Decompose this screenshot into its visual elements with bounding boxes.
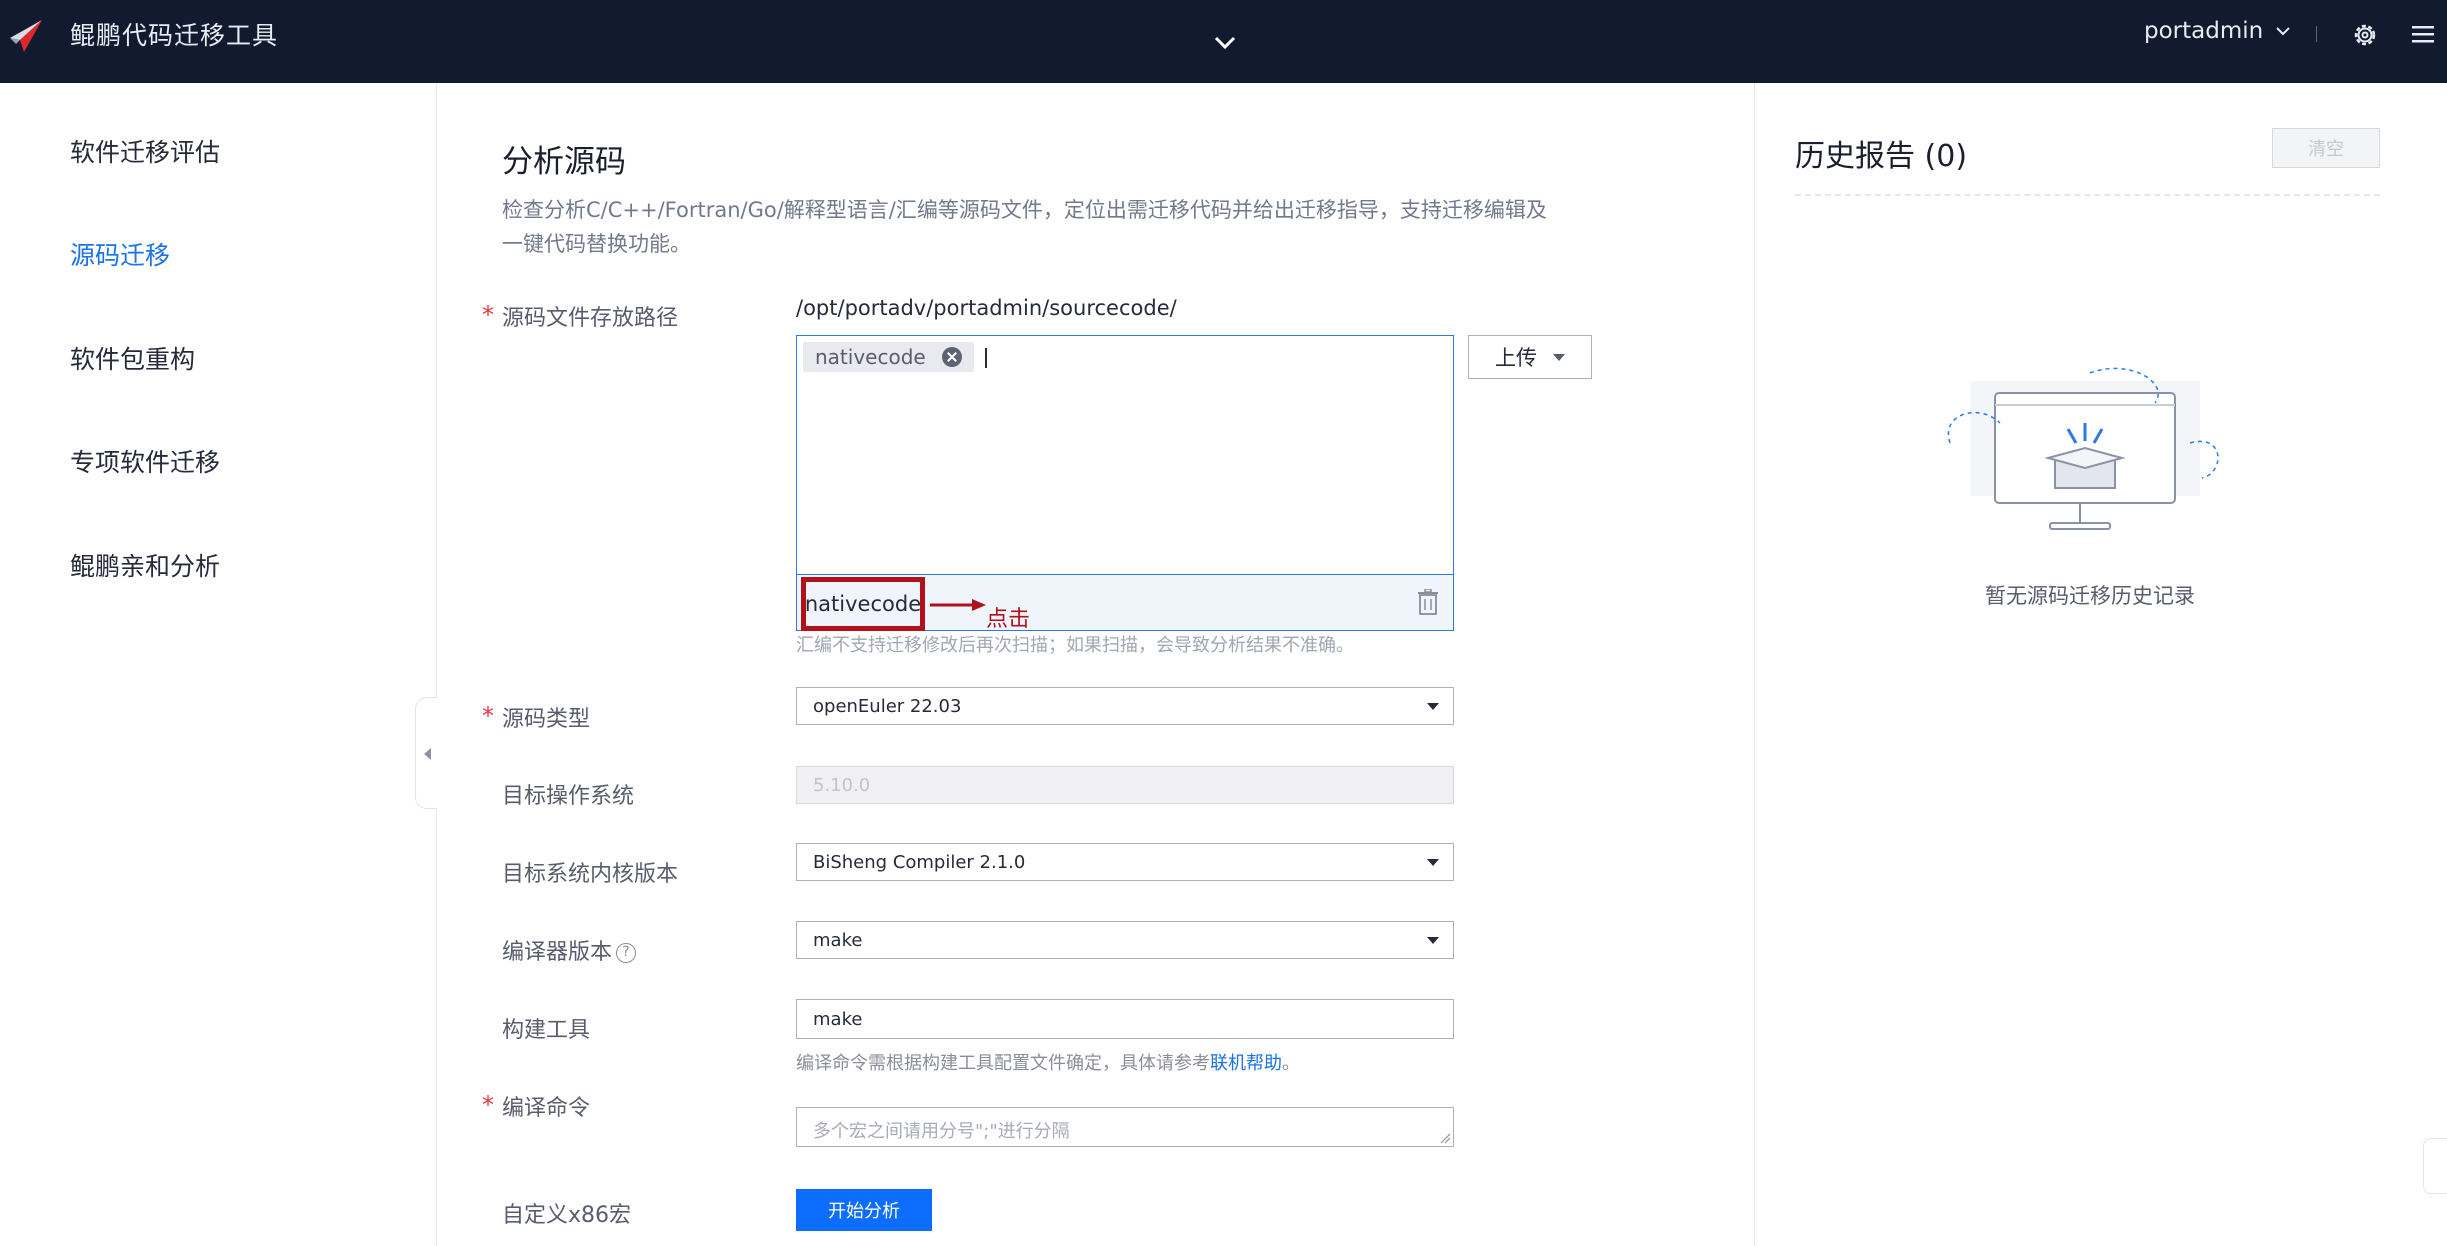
compiler-version-label: 编译器版本? (502, 934, 637, 966)
build-tool-value: make (813, 929, 863, 951)
caret-down-icon (1427, 859, 1439, 866)
sidebar-item-migration-assessment[interactable]: 软件迁移评估 (70, 133, 220, 169)
page-title: 分析源码 (502, 144, 626, 180)
kernel-version-value: 5.10.0 (813, 774, 871, 796)
target-os-value: openEuler 22.03 (813, 695, 962, 717)
selected-tag-label: nativecode (815, 345, 926, 369)
x86-macro-placeholder: 多个宏之间请用分号";"进行分隔 (813, 1121, 1070, 1142)
caret-down-icon (1553, 353, 1565, 361)
top-header: 鲲鹏代码迁移工具 portadmin (0, 0, 2447, 83)
build-command-label: 编译命令 (502, 1096, 591, 1121)
kernel-version-field: 5.10.0 (796, 766, 1454, 804)
required-marker: * (482, 702, 494, 730)
chevron-down-icon (2276, 27, 2290, 36)
username: portadmin (2144, 18, 2264, 44)
resize-handle-icon[interactable] (1439, 1132, 1451, 1144)
sidebar-item-special-migration[interactable]: 专项软件迁移 (70, 443, 220, 479)
app-title: 鲲鹏代码迁移工具 (70, 21, 279, 50)
caret-down-icon (1427, 703, 1439, 710)
empty-history-text: 暂无源码迁移历史记录 (1985, 584, 2195, 608)
history-title: 历史报告 (0) (1795, 139, 1968, 174)
sidebar-item-package-rebuild[interactable]: 软件包重构 (70, 340, 195, 376)
online-help-link[interactable]: 联机帮助 (1210, 1053, 1282, 1074)
history-panel: 历史报告 (0) 清空 暂无源码迁移历史记录 (1754, 83, 2447, 1246)
x86-macro-textarea[interactable]: 多个宏之间请用分号";"进行分隔 (796, 1107, 1454, 1147)
build-command-hint: 编译命令需根据构建工具配置文件确定，具体请参考联机帮助。 (796, 1053, 1300, 1074)
compiler-version-select[interactable]: BiSheng Compiler 2.1.0 (796, 843, 1454, 881)
compiler-version-value: BiSheng Compiler 2.1.0 (813, 851, 1026, 873)
upload-button-label: 上传 (1495, 346, 1537, 370)
kernel-version-label: 目标系统内核版本 (502, 862, 679, 887)
source-file-input[interactable]: nativecode (796, 335, 1454, 575)
annotation-label: 点击 (986, 607, 1031, 632)
required-marker: * (482, 1091, 494, 1119)
clear-history-button[interactable]: 清空 (2272, 128, 2380, 168)
chevron-left-icon (424, 748, 431, 760)
build-tool-select[interactable]: make (796, 921, 1454, 959)
annotation-arrow-icon (930, 599, 986, 611)
target-os-label: 目标操作系统 (502, 784, 635, 809)
kunpeng-logo-icon[interactable] (6, 16, 44, 56)
gear-icon[interactable] (2350, 20, 2380, 50)
dropdown-option-nativecode[interactable]: nativecode (801, 577, 925, 631)
divider (1795, 194, 2380, 196)
trash-icon[interactable] (1417, 589, 1439, 615)
help-icon[interactable]: ? (616, 943, 637, 963)
close-icon[interactable] (941, 347, 962, 367)
required-marker: * (482, 301, 494, 329)
build-command-value: make (813, 1008, 863, 1030)
build-command-input[interactable]: make (796, 999, 1454, 1039)
sidebar-item-affinity-analysis[interactable]: 鲲鹏亲和分析 (70, 547, 220, 583)
main-content: 分析源码 检查分析C/C++/Fortran/Go/解释型语言/汇编等源码文件，… (438, 83, 1754, 1246)
upload-button[interactable]: 上传 (1468, 335, 1592, 379)
floating-edge-widget[interactable] (2423, 1138, 2447, 1194)
header-divider (2316, 26, 2317, 42)
selected-tag: nativecode (803, 342, 974, 372)
source-path-value: /opt/portadv/portadmin/sourcecode/ (796, 296, 1177, 320)
source-type-label: 源码类型 (502, 707, 591, 732)
sidebar-collapse-toggle[interactable] (415, 697, 437, 809)
hamburger-menu-icon[interactable] (2410, 22, 2436, 46)
caret-down-icon (1427, 937, 1439, 944)
source-type-hint: 汇编不支持迁移修改后再次扫描；如果扫描，会导致分析结果不准确。 (796, 635, 1354, 656)
chevron-down-icon[interactable] (1210, 30, 1240, 54)
user-menu[interactable]: portadmin (2144, 18, 2291, 44)
start-analysis-button[interactable]: 开始分析 (796, 1189, 932, 1231)
build-tool-label: 构建工具 (502, 1018, 591, 1043)
source-dropdown-panel: nativecode (796, 575, 1454, 631)
source-path-label: 源码文件存放路径 (502, 306, 679, 331)
empty-box-illustration-icon (1947, 367, 2219, 530)
target-os-select[interactable]: openEuler 22.03 (796, 687, 1454, 725)
page-description: 检查分析C/C++/Fortran/Go/解释型语言/汇编等源码文件，定位出需迁… (502, 198, 1547, 256)
sidebar-item-source-migration[interactable]: 源码迁移 (70, 236, 170, 272)
x86-macro-label: 自定义x86宏 (502, 1203, 632, 1228)
text-caret (985, 348, 987, 368)
sidebar: 软件迁移评估 源码迁移 软件包重构 专项软件迁移 鲲鹏亲和分析 (0, 83, 437, 1246)
